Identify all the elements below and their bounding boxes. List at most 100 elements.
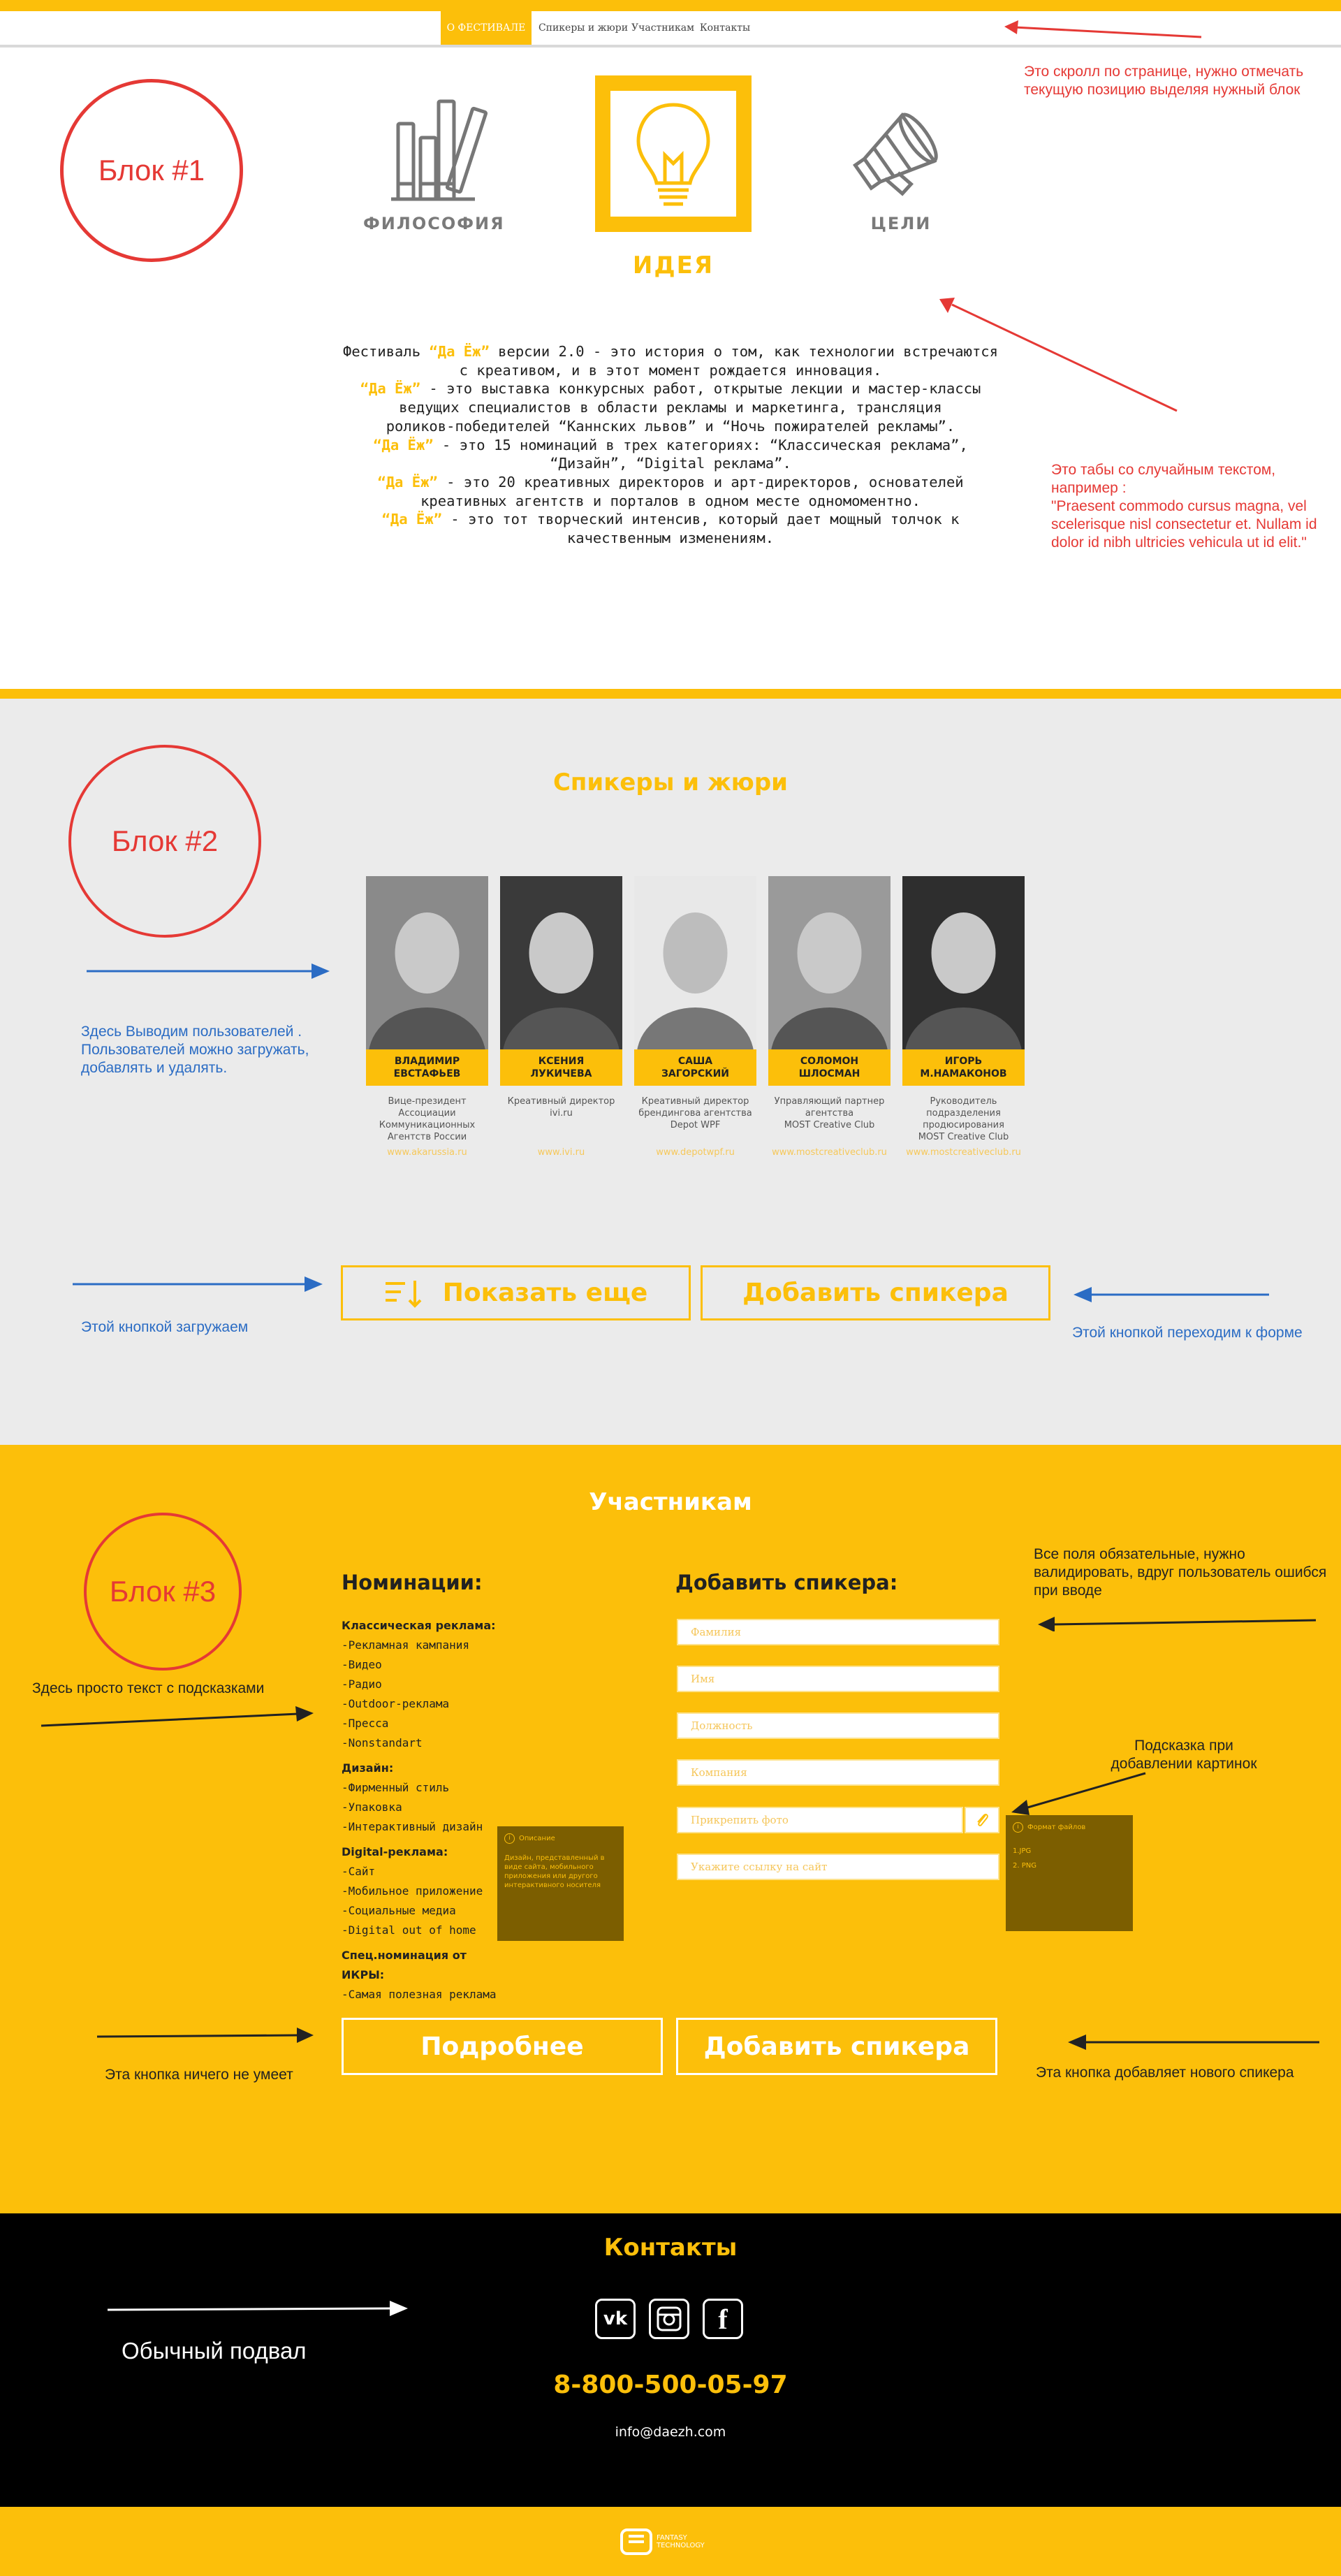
nomination-item: -Digital out of home [342, 1923, 476, 1937]
show-more-button[interactable]: Показать еще [341, 1265, 691, 1320]
facebook-link[interactable]: f [703, 2299, 743, 2339]
tab-philosophy[interactable] [363, 94, 503, 206]
person-silhouette-icon [905, 912, 1022, 1049]
brand-logo-icon [620, 2528, 652, 2555]
nomination-item: -Фирменный стиль [342, 1781, 450, 1794]
festival-line: “Дизайн”, “Digital реклама”. [550, 455, 791, 472]
speaker-link[interactable]: www.ivi.ru [500, 1147, 622, 1158]
attach-button[interactable] [965, 1807, 999, 1833]
company-field[interactable]: Компания [677, 1759, 999, 1786]
more-button[interactable]: Подробнее [342, 2018, 663, 2075]
speaker-role: Руководитель подразделения продюсирования M… [918, 1096, 1009, 1142]
speaker-role: Креативный директор брендингова агентства… [638, 1096, 752, 1130]
speaker-link[interactable]: www.depotwpf.ru [634, 1147, 756, 1158]
speaker-card[interactable]: КСЕНИЯ ЛУКИЧЕВА Креативный директор ivi.ru w… [500, 876, 622, 1158]
tooltip-text: Дизайн, представленный в виде сайта, моб… [504, 1854, 605, 1889]
annotation-scroll-note: Это скролл по странице, нужно отмечать т… [1024, 64, 1304, 98]
nomination-item: -Видео [342, 1658, 382, 1671]
nomination-group-title: Классическая реклама: [342, 1619, 496, 1632]
speaker-role: Управляющий партнер агентства MOST Creativ… [774, 1096, 885, 1130]
tab-goals-label[interactable]: ЦЕЛИ [831, 214, 971, 233]
nav-item-speakers[interactable]: Спикеры и жюри [538, 11, 629, 45]
annotation-arrow-required [1038, 1617, 1317, 1631]
info-icon: i [504, 1833, 515, 1844]
speaker-card[interactable]: ИГОРЬ М.НАМАКОНОВ Руководитель подразделени… [902, 876, 1025, 1158]
festival-line: качественным изменениям. [566, 530, 775, 547]
photo-format-tooltip: i Формат файлов 1.JPG 2. PNG [1006, 1815, 1133, 1931]
info-icon: i [1013, 1822, 1023, 1833]
festival-description: Фестиваль “Да Ёж” версии 2.0 - это истор… [300, 342, 1041, 548]
festival-name-highlight: “Да Ёж” [429, 343, 490, 360]
annotation-arrow-users [87, 963, 330, 979]
footer-email[interactable]: info@daezh.com [531, 2424, 810, 2440]
photo-field[interactable]: Прикрепить фото [677, 1807, 963, 1833]
speaker-photo [634, 876, 756, 1049]
footer-phone[interactable]: 8-800-500-05-97 [461, 2371, 880, 2399]
speaker-card[interactable]: ВЛАДИМИР ЕВСТАФЬЕВ Вице-президент Ассоциаци… [366, 876, 488, 1158]
annotation-load-note: Этой кнопкой загружаем [81, 1319, 249, 1335]
speaker-photo [366, 876, 488, 1049]
block1-label: Блок #1 [60, 79, 243, 262]
sort-icon [385, 1280, 422, 1308]
festival-name-highlight: “Да Ёж” [381, 511, 442, 528]
lightbulb-icon [636, 103, 710, 206]
annotation-arrow-photo-hint [1011, 1772, 1146, 1815]
add-speaker-nav-button[interactable]: Добавить спикера [701, 1265, 1050, 1320]
nav-item-contacts[interactable]: Контакты [697, 11, 753, 45]
festival-line: “Да Ёж” - это 15 номинаций в трех катего… [373, 436, 968, 453]
tab-goals[interactable] [831, 94, 971, 206]
speaker-photo [500, 876, 622, 1049]
festival-line: креативных агентств и порталов в одном м… [420, 492, 921, 509]
nav-item-participants[interactable]: Участникам [631, 11, 694, 45]
nomination-group-title: Спец.номинация от ИКРЫ: [342, 1949, 467, 1981]
nomination-item: -Рекламная кампания [342, 1638, 470, 1652]
festival-line: с креативом, и в этот момент рождается и… [459, 361, 882, 379]
name-field[interactable]: Имя [677, 1666, 999, 1692]
speakers-list: ВЛАДИМИР ЕВСТАФЬЕВ Вице-президент Ассоциаци… [366, 876, 1027, 1170]
annotation-footer-note: Обычный подвал [122, 2338, 307, 2364]
speaker-role: Вице-президент Ассоциации Коммуникационных… [379, 1096, 476, 1142]
submit-speaker-button[interactable]: Добавить спикера [676, 2018, 997, 2075]
speaker-link[interactable]: www.mostcreativeclub.ru [768, 1147, 891, 1158]
speaker-link[interactable]: www.akarussia.ru [366, 1147, 488, 1158]
person-silhouette-icon [637, 912, 754, 1049]
speaker-card[interactable]: СОЛОМОН ШЛОСМАН Управляющий партнер агентст… [768, 876, 891, 1158]
instagram-link[interactable] [649, 2299, 689, 2339]
surname-field[interactable]: Фамилия [677, 1619, 999, 1645]
festival-line: “Да Ёж” - это 20 креативных директоров и… [377, 473, 964, 490]
position-field[interactable]: Должность [677, 1712, 999, 1739]
annotation-arrow-footer [107, 2301, 408, 2316]
books-icon [391, 99, 488, 201]
vk-link[interactable]: vk [595, 2299, 636, 2339]
speaker-card[interactable]: САША ЗАГОРСКИЙ Креативный директор брендинг… [634, 876, 756, 1158]
person-silhouette-icon [503, 912, 620, 1049]
annotation-tabs-note: Это табы со случайным текстом, например … [1051, 462, 1317, 551]
block3-label: Блок #3 [84, 1513, 242, 1671]
festival-line: Фестиваль “Да Ёж” версии 2.0 - это истор… [342, 343, 998, 360]
top-accent-band [0, 0, 1341, 11]
brand-logo: FANTASY TECHNOLOGY [620, 2528, 718, 2556]
speaker-link[interactable]: www.mostcreativeclub.ru [902, 1147, 1025, 1158]
tooltip-title: Описание [519, 1835, 555, 1842]
annotation-arrow-more [96, 2028, 314, 2043]
website-field[interactable]: Укажите ссылку на сайт [677, 1854, 999, 1880]
speaker-photo [902, 876, 1025, 1049]
festival-line: роликов-победителей “Каннских львов” и “… [386, 417, 955, 435]
annotation-arrow-add [1068, 2035, 1319, 2050]
tab-idea[interactable] [595, 75, 752, 232]
festival-name-highlight: “Да Ёж” [360, 380, 421, 398]
nomination-tooltip: i Описание Дизайн, представленный в виде… [497, 1826, 624, 1941]
nomination-group-title: Дизайн: [342, 1761, 394, 1775]
tab-philosophy-label[interactable]: ФИЛОСОФИЯ [363, 214, 504, 233]
nomination-item: -Сайт [342, 1865, 376, 1878]
vk-icon: vk [603, 2308, 628, 2329]
speakers-section-accent-line [0, 689, 1341, 699]
nomination-item[interactable]: -Интерактивный дизайн [342, 1817, 509, 1837]
speaker-name: САША ЗАГОРСКИЙ [634, 1049, 756, 1086]
festival-line: “Да Ёж” - это выставка конкурсных работ,… [360, 380, 981, 398]
paperclip-icon [977, 1813, 988, 1826]
tab-idea-label[interactable]: ИДЕЯ [595, 252, 752, 279]
festival-line: ведущих специалистов в области рекламы и… [399, 399, 942, 416]
nav-item-festival[interactable]: О ФЕСТИВАЛЕ [441, 11, 532, 45]
photo-tooltip-title: Формат файлов [1027, 1824, 1086, 1831]
